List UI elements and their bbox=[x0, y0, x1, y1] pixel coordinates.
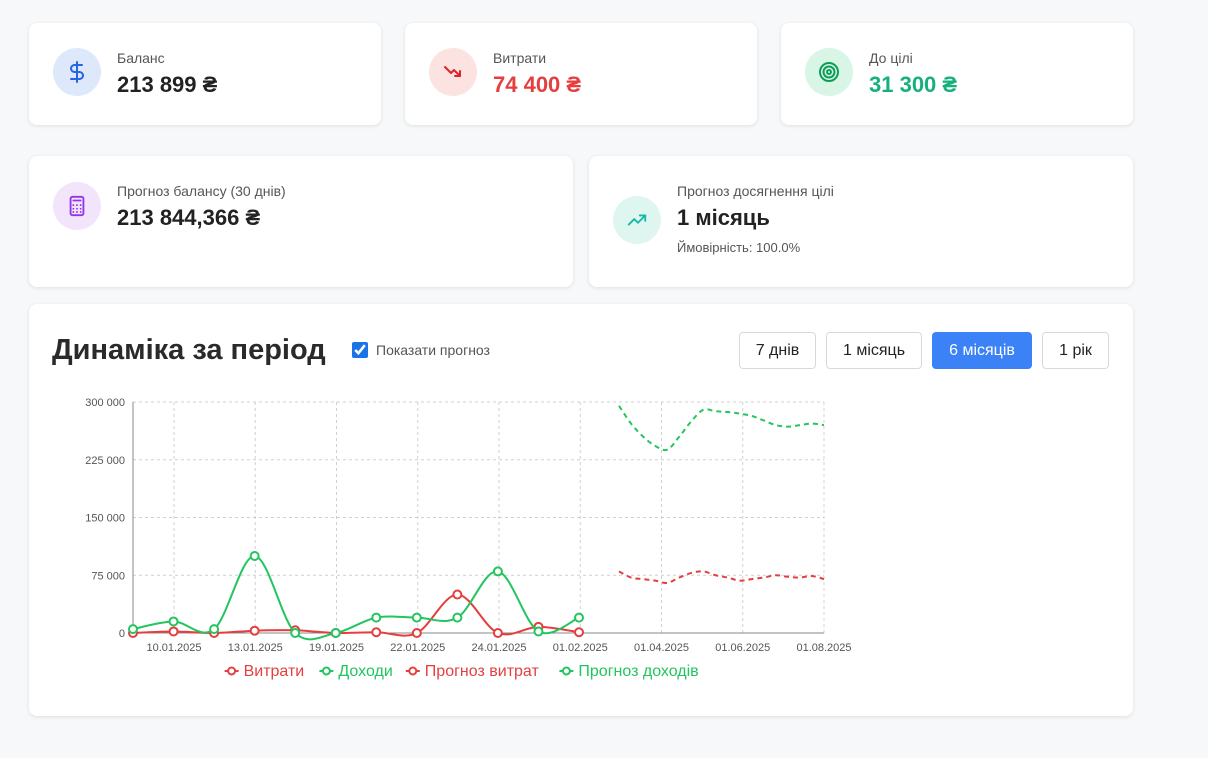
goal-label: До цілі bbox=[869, 50, 913, 66]
expenses-card: Витрати 74 400 ₴ bbox=[405, 23, 757, 125]
data-point bbox=[492, 628, 503, 638]
y-tick-label: 150 000 bbox=[85, 513, 125, 525]
series-line-2 bbox=[618, 570, 825, 585]
forecast-balance-card: Прогноз балансу (30 днів) 213 844,366 ₴ bbox=[29, 156, 573, 287]
x-tick-label: 24.01.2025 bbox=[471, 642, 526, 654]
goal-forecast-label: Прогноз досягнення цілі bbox=[677, 183, 834, 199]
data-point bbox=[574, 627, 584, 638]
data-point bbox=[168, 626, 179, 637]
y-tick-label: 225 000 bbox=[85, 455, 125, 467]
y-tick-label: 300 000 bbox=[85, 397, 125, 409]
series-line-0 bbox=[132, 593, 580, 637]
trending-up-icon bbox=[613, 196, 661, 244]
data-point bbox=[452, 589, 463, 600]
target-icon bbox=[805, 48, 853, 96]
expenses-label: Витрати bbox=[493, 50, 547, 66]
legend-item-3: Прогноз доходів bbox=[578, 663, 698, 680]
goal-forecast-card: Прогноз досягнення цілі 1 місяць Ймовірн… bbox=[589, 156, 1133, 287]
legend-item-0: Витрати bbox=[244, 663, 305, 680]
data-point bbox=[249, 625, 260, 636]
data-point bbox=[533, 626, 544, 637]
y-tick-label: 0 bbox=[119, 628, 125, 640]
data-point bbox=[371, 612, 382, 623]
period-title: Динаміка за період bbox=[52, 334, 326, 366]
balance-value: 213 899 ₴ bbox=[117, 72, 218, 97]
data-point bbox=[411, 628, 422, 638]
forecast-toggle[interactable]: Показати прогноз bbox=[352, 342, 490, 358]
data-point bbox=[249, 551, 260, 561]
data-point bbox=[330, 628, 341, 638]
x-tick-label: 22.01.2025 bbox=[390, 642, 445, 654]
x-tick-label: 10.01.2025 bbox=[146, 642, 201, 654]
legend-marker bbox=[227, 666, 237, 676]
series-line-1 bbox=[132, 554, 580, 641]
data-point bbox=[574, 612, 584, 623]
legend-item-1: Доходи bbox=[338, 663, 392, 680]
goal-value: 31 300 ₴ bbox=[869, 72, 958, 97]
period-card: Динаміка за період Показати прогноз 7 дн… bbox=[29, 304, 1133, 716]
forecast-balance-value: 213 844,366 ₴ bbox=[117, 205, 261, 230]
trending-down-icon bbox=[429, 48, 477, 96]
forecast-checkbox[interactable] bbox=[352, 342, 368, 358]
x-tick-label: 01.06.2025 bbox=[715, 642, 770, 654]
series-line-3 bbox=[618, 405, 825, 452]
period-button-1-year[interactable]: 1 рік bbox=[1042, 332, 1109, 369]
period-button-7-days[interactable]: 7 днів bbox=[739, 332, 816, 369]
x-tick-label: 01.02.2025 bbox=[553, 642, 608, 654]
goal-forecast-value: 1 місяць bbox=[677, 205, 770, 230]
x-tick-label: 13.01.2025 bbox=[228, 642, 283, 654]
calculator-icon bbox=[53, 182, 101, 230]
dollar-icon bbox=[53, 48, 101, 96]
legend-marker bbox=[561, 666, 571, 676]
x-tick-label: 01.04.2025 bbox=[634, 642, 689, 654]
forecast-balance-label: Прогноз балансу (30 днів) bbox=[117, 183, 286, 199]
data-point bbox=[290, 628, 301, 638]
data-point bbox=[452, 612, 463, 623]
y-tick-label: 75 000 bbox=[91, 570, 125, 582]
forecast-checkbox-label: Показати прогноз bbox=[376, 342, 490, 358]
balance-card: Баланс 213 899 ₴ bbox=[29, 23, 381, 125]
balance-label: Баланс bbox=[117, 50, 165, 66]
legend-marker bbox=[321, 666, 331, 676]
goal-probability: Ймовірність: 100.0% bbox=[677, 240, 801, 255]
expenses-value: 74 400 ₴ bbox=[493, 72, 582, 97]
data-point bbox=[209, 624, 220, 635]
data-point bbox=[168, 616, 179, 627]
x-tick-label: 19.01.2025 bbox=[309, 642, 364, 654]
x-tick-label: 01.08.2025 bbox=[796, 642, 851, 654]
legend-marker bbox=[408, 666, 418, 676]
data-point bbox=[371, 627, 382, 638]
data-point bbox=[492, 566, 503, 577]
data-point bbox=[411, 612, 422, 623]
period-button-6-months[interactable]: 6 місяців bbox=[932, 332, 1032, 369]
data-point bbox=[128, 624, 138, 635]
period-button-1-month[interactable]: 1 місяць bbox=[826, 332, 922, 369]
goal-card: До цілі 31 300 ₴ bbox=[781, 23, 1133, 125]
chart: 300 000 225 000 150 000 75 000 0 10.01.2025 13… bbox=[85, 397, 851, 680]
legend-item-2: Прогноз витрат bbox=[425, 663, 540, 680]
